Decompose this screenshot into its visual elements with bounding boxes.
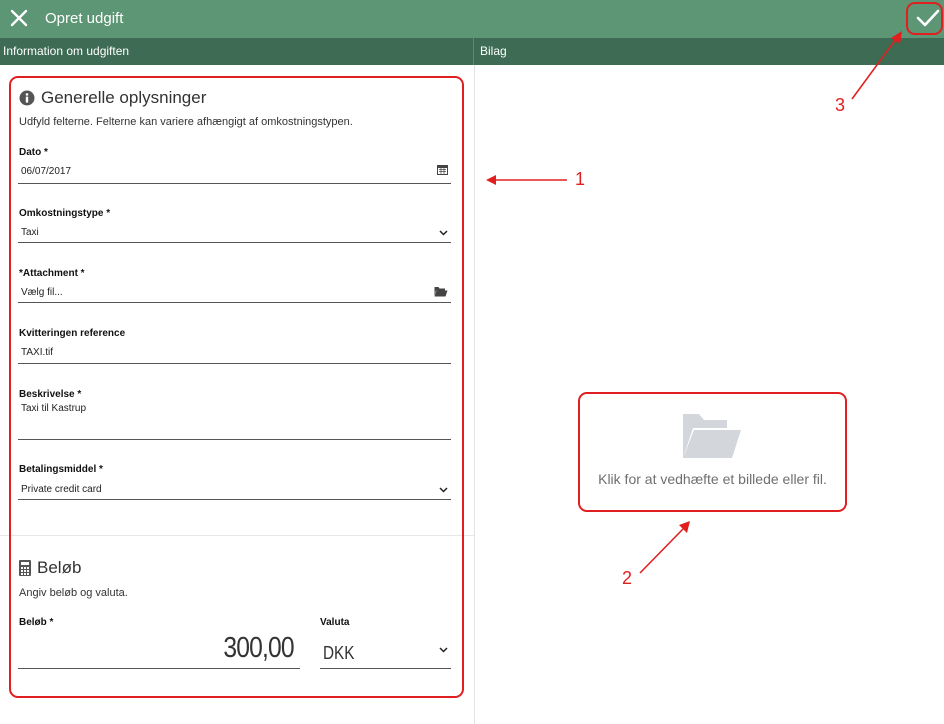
annotation-arrow-2 (639, 528, 684, 574)
annotation-arrowhead-1 (486, 175, 496, 185)
annotation-number-2: 2 (622, 568, 633, 588)
annotation-arrowhead-3 (891, 31, 902, 44)
annotation-arrows (486, 31, 902, 574)
annotation-number-1: 1 (575, 169, 586, 189)
annotation-arrow-3 (851, 38, 897, 100)
annotation-number-3: 3 (835, 95, 846, 115)
